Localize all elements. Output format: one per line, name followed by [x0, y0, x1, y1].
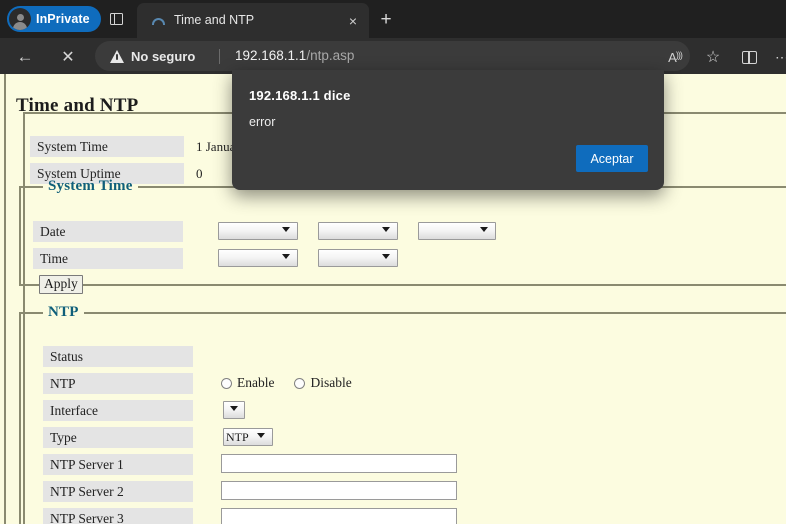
split-screen-icon[interactable] — [736, 44, 762, 70]
time-minute-select[interactable] — [318, 249, 398, 267]
dialog-origin-text: 192.168.1.1 dice — [249, 88, 351, 103]
date-day-select[interactable] — [418, 222, 496, 240]
interface-select[interactable] — [223, 401, 245, 419]
radio-enable-label: Enable — [237, 375, 275, 390]
warning-triangle-icon — [110, 49, 124, 63]
read-aloud-icon[interactable]: A))) — [662, 44, 688, 70]
ntp-server-3-input[interactable] — [221, 508, 457, 524]
back-icon[interactable]: ← — [12, 44, 38, 70]
summary-label: System Time — [30, 136, 184, 157]
url-path: /ntp.asp — [306, 48, 355, 63]
tab-search-icon[interactable] — [104, 8, 128, 30]
navigation-toolbar: ← ✕ No seguro 192.168.1.1 /ntp.asp A))) … — [0, 38, 786, 74]
stop-loading-icon[interactable]: ✕ — [55, 44, 81, 70]
tab-strip: InPrivate Time and NTP × + — [0, 0, 786, 38]
address-bar[interactable]: No seguro 192.168.1.1 /ntp.asp — [95, 41, 690, 71]
field-label: Time — [33, 248, 183, 269]
inprivate-profile-badge[interactable]: InPrivate — [7, 6, 101, 32]
overflow-menu-icon[interactable]: ⋯ — [775, 44, 786, 70]
url-text[interactable]: 192.168.1.1 /ntp.asp — [235, 41, 354, 71]
javascript-alert-dialog: 192.168.1.1 dice error Aceptar — [232, 70, 664, 190]
person-icon — [9, 8, 31, 30]
radio-enable[interactable] — [221, 377, 232, 389]
close-icon[interactable]: × — [337, 3, 369, 38]
field-label: NTP Server 2 — [43, 481, 193, 502]
tab-time-and-ntp[interactable]: Time and NTP × — [137, 3, 369, 38]
fieldset-ntp: NTP Status NTP Enable Disable Interface … — [19, 304, 786, 524]
new-tab-button[interactable]: + — [373, 7, 399, 33]
fieldset-legend-system-time: System Time — [48, 178, 133, 194]
fieldset-legend-ntp: NTP — [48, 304, 79, 320]
ntp-server-1-input[interactable] — [221, 454, 457, 473]
date-year-select[interactable] — [218, 222, 298, 240]
security-status-text: No seguro — [131, 48, 196, 64]
field-label: Status — [43, 346, 193, 367]
dialog-message-text: error — [249, 115, 276, 129]
accept-button[interactable]: Aceptar — [576, 145, 648, 172]
url-host: 192.168.1.1 — [235, 48, 307, 63]
radio-disable-label: Disable — [310, 375, 352, 390]
field-label: NTP — [43, 373, 193, 394]
field-label: Interface — [43, 400, 193, 421]
radio-disable[interactable] — [294, 377, 306, 389]
type-select[interactable]: NTP — [223, 428, 273, 446]
favorites-star-icon[interactable]: ☆ — [700, 44, 726, 70]
ntp-radio-group: Enable Disable — [221, 375, 352, 391]
inprivate-label: InPrivate — [36, 12, 90, 26]
fieldset-system-time: System Time Date Time Apply — [19, 178, 786, 294]
site-security-badge[interactable]: No seguro — [110, 41, 195, 71]
ntp-server-2-input[interactable] — [221, 481, 457, 500]
apply-button[interactable]: Apply — [39, 275, 83, 294]
field-label: Type — [43, 427, 193, 448]
field-label: Date — [33, 221, 183, 242]
field-label: NTP Server 1 — [43, 454, 193, 475]
date-month-select[interactable] — [318, 222, 398, 240]
omnibox-divider — [219, 49, 220, 64]
tab-title: Time and NTP — [174, 13, 255, 27]
field-label: NTP Server 3 — [43, 508, 193, 524]
time-hour-select[interactable] — [218, 249, 298, 267]
browser-window: InPrivate Time and NTP × + ← ✕ No seguro… — [0, 0, 786, 524]
router-arc-favicon — [150, 13, 166, 29]
